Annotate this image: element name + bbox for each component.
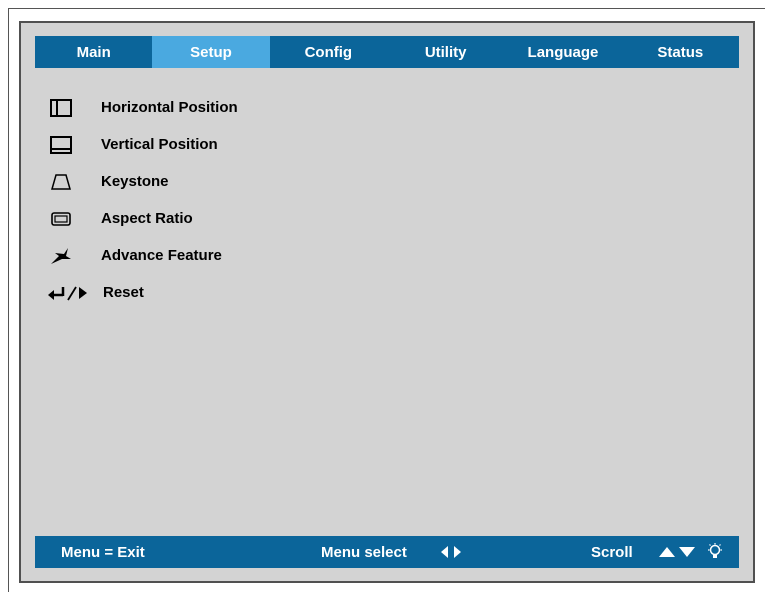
- keystone-icon: [47, 172, 75, 192]
- tab-bar: Main Setup Config Utility Language Statu…: [35, 36, 739, 68]
- menu-label: Advance Feature: [101, 247, 222, 264]
- menu-label: Aspect Ratio: [101, 210, 193, 227]
- menu-label: Keystone: [101, 173, 169, 190]
- tab-language[interactable]: Language: [504, 36, 621, 68]
- menu-item-aspect-ratio[interactable]: Aspect Ratio: [47, 200, 238, 237]
- menu-label: Vertical Position: [101, 136, 218, 153]
- menu-item-reset[interactable]: Reset: [47, 274, 238, 311]
- setup-menu-list: Horizontal Position Vertical Position Ke…: [47, 89, 238, 311]
- up-down-arrows-icon: [658, 536, 698, 568]
- scroll-hint: Scroll: [591, 543, 633, 561]
- vertical-position-icon: [47, 135, 75, 155]
- tab-setup[interactable]: Setup: [152, 36, 270, 68]
- enter-right-arrow-icon: [47, 283, 97, 303]
- tab-status[interactable]: Status: [622, 36, 739, 68]
- menu-label: Reset: [103, 284, 144, 301]
- menu-item-vertical-position[interactable]: Vertical Position: [47, 126, 238, 163]
- menu-item-advance-feature[interactable]: Advance Feature: [47, 237, 238, 274]
- aspect-ratio-icon: [47, 209, 75, 229]
- menu-exit-hint: Menu = Exit: [61, 543, 145, 561]
- advance-feature-icon: [47, 246, 75, 266]
- menu-label: Horizontal Position: [101, 99, 238, 116]
- tab-main[interactable]: Main: [35, 36, 152, 68]
- horizontal-position-icon: [47, 98, 75, 118]
- left-right-arrows-icon: [440, 536, 462, 568]
- menu-select-hint: Menu select: [321, 543, 407, 561]
- tab-config[interactable]: Config: [270, 36, 387, 68]
- tab-utility[interactable]: Utility: [387, 36, 504, 68]
- lightbulb-icon: [707, 536, 723, 568]
- footer-bar: Menu = Exit Menu select Scroll: [35, 536, 739, 568]
- menu-item-horizontal-position[interactable]: Horizontal Position: [47, 89, 238, 126]
- osd-menu-panel: Main Setup Config Utility Language Statu…: [19, 21, 755, 583]
- menu-item-keystone[interactable]: Keystone: [47, 163, 238, 200]
